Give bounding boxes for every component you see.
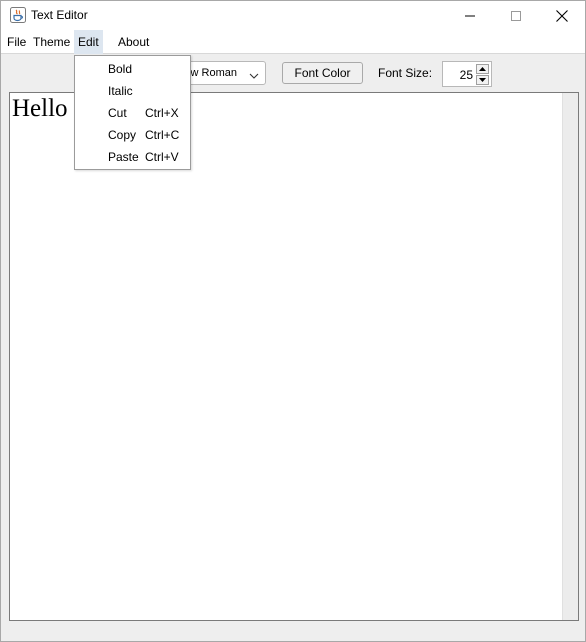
menu-edit[interactable]: Edit	[74, 30, 103, 54]
vertical-scrollbar[interactable]	[562, 93, 578, 620]
edit-menu-dropdown: Bold Italic Cut Ctrl+X Copy Ctrl+C Paste…	[74, 55, 191, 170]
close-button[interactable]	[539, 1, 585, 30]
menu-item-cut[interactable]: Cut Ctrl+X	[75, 102, 190, 124]
spinner-up-arrow-icon[interactable]	[476, 64, 489, 74]
menu-bar: File Theme Edit About	[1, 30, 585, 54]
menu-item-copy[interactable]: Copy Ctrl+C	[75, 124, 190, 146]
minimize-icon	[465, 15, 475, 16]
menu-item-label: Copy	[108, 128, 137, 142]
maximize-button[interactable]	[493, 1, 539, 30]
font-color-button[interactable]: Font Color	[282, 62, 363, 84]
menu-item-bold[interactable]: Bold	[75, 58, 190, 80]
font-size-value[interactable]: 25	[460, 68, 473, 82]
editor-content[interactable]: Hello	[12, 95, 68, 123]
app-window: Text Editor File Theme Edit About ew Rom…	[0, 0, 586, 642]
font-size-spinner[interactable]: 25	[442, 61, 492, 87]
java-cup-icon	[10, 7, 26, 23]
menu-theme[interactable]: Theme	[29, 30, 74, 54]
title-bar: Text Editor	[1, 1, 585, 30]
menu-item-label: Italic	[108, 84, 133, 98]
menu-item-label: Bold	[108, 62, 133, 76]
menu-item-label: Cut	[108, 106, 127, 120]
menu-file[interactable]: File	[3, 30, 30, 54]
menu-item-shortcut: Ctrl+C	[145, 128, 180, 142]
text-area[interactable]: Hello	[9, 92, 579, 621]
font-family-value: ew Roman	[184, 67, 237, 79]
maximize-icon	[511, 10, 521, 21]
close-icon	[556, 9, 568, 22]
menu-about[interactable]: About	[114, 30, 153, 54]
chevron-down-icon	[249, 69, 259, 83]
window-title: Text Editor	[31, 8, 88, 22]
font-size-label: Font Size:	[378, 66, 433, 80]
menu-item-shortcut: Ctrl+X	[145, 106, 179, 120]
spinner-down-arrow-icon[interactable]	[476, 75, 489, 85]
menu-item-paste[interactable]: Paste Ctrl+V	[75, 146, 190, 168]
menu-item-label: Paste	[108, 150, 139, 164]
menu-item-italic[interactable]: Italic	[75, 80, 190, 102]
minimize-button[interactable]	[447, 1, 493, 30]
menu-item-shortcut: Ctrl+V	[145, 150, 179, 164]
